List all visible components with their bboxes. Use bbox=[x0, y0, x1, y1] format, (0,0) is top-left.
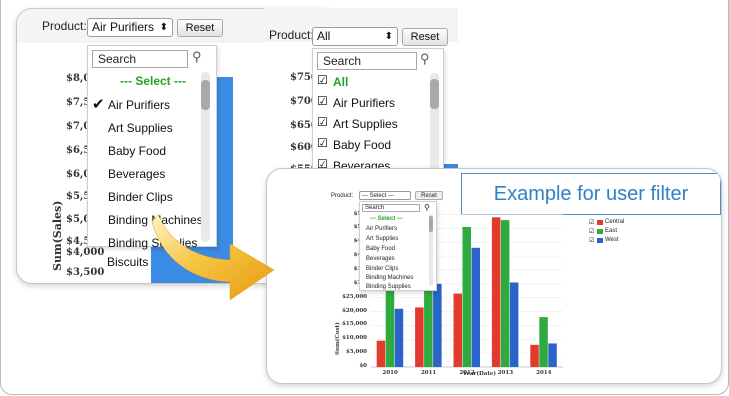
list-item[interactable]: Air Purifiers bbox=[108, 98, 170, 112]
bar-west-2012 bbox=[471, 247, 480, 367]
list-item[interactable]: Binding Supplies bbox=[366, 284, 411, 290]
legend-swatch bbox=[597, 229, 603, 234]
list-item[interactable]: Art Supplies bbox=[108, 121, 173, 135]
product-label: Product: bbox=[269, 28, 314, 42]
x-axis-label: Year(Date) bbox=[463, 371, 496, 377]
x-tick: 2011 bbox=[421, 370, 436, 376]
bar-central-2011 bbox=[415, 307, 424, 367]
dropdown-scrollbar[interactable] bbox=[430, 73, 439, 174]
scrollbar-thumb[interactable] bbox=[429, 216, 433, 232]
checkbox-checked-icon[interactable]: ☑ bbox=[317, 94, 328, 108]
y-tick: $4,000 bbox=[66, 247, 105, 258]
select-arrows-icon: ⬍ bbox=[384, 31, 393, 42]
reset-button[interactable]: Reset bbox=[402, 28, 448, 46]
y-tick: $10,000 bbox=[342, 335, 367, 342]
bar-east-2013 bbox=[500, 220, 510, 367]
list-item-select[interactable]: --- Select --- bbox=[120, 74, 186, 88]
curved-arrow-icon bbox=[151, 213, 275, 301]
product-select-value: All bbox=[317, 29, 331, 43]
list-item[interactable]: Art Supplies bbox=[366, 236, 398, 242]
x-tick: 2013 bbox=[498, 370, 513, 376]
y-tick: $25,000 bbox=[342, 293, 367, 300]
bar-central-2010 bbox=[376, 340, 386, 367]
legend-item: East bbox=[605, 228, 618, 234]
y-tick: $20,000 bbox=[342, 307, 367, 314]
y-axis-label: Sum(Cost) bbox=[335, 322, 341, 355]
bar-central-2013 bbox=[491, 217, 501, 367]
y-tick: $3,500 bbox=[66, 267, 105, 278]
reset-button[interactable]: Reset bbox=[177, 19, 223, 37]
bar-east-2014 bbox=[539, 317, 548, 367]
product-dropdown: Search ⚲ ☑ All ☑ Air Purifiers ☑ Art Sup… bbox=[312, 48, 444, 174]
list-item[interactable]: Air Purifiers bbox=[333, 96, 395, 110]
legend-checkbox-icon[interactable]: ☑ bbox=[589, 219, 594, 226]
x-tick: 2010 bbox=[383, 370, 398, 376]
list-item[interactable]: Baby Food bbox=[333, 138, 391, 152]
product-select-value: Air Purifiers bbox=[92, 20, 155, 34]
search-input[interactable]: Search bbox=[317, 52, 417, 70]
checkbox-checked-icon[interactable]: ☑ bbox=[317, 73, 328, 87]
list-item[interactable]: Binding Machines bbox=[366, 275, 413, 281]
y-tick: $0 bbox=[359, 363, 367, 369]
checkmark-icon: ✔ bbox=[92, 96, 105, 113]
product-select[interactable]: All ⬍ bbox=[312, 27, 398, 46]
legend-swatch bbox=[597, 220, 603, 225]
list-item[interactable]: Beverages bbox=[366, 256, 395, 262]
list-item-select[interactable]: --- Select --- bbox=[370, 216, 403, 222]
bar-west-2014 bbox=[548, 343, 557, 367]
bar-west-2010 bbox=[394, 308, 404, 367]
search-icon[interactable]: ⚲ bbox=[420, 51, 430, 67]
legend-checkbox-icon[interactable]: ☑ bbox=[589, 228, 594, 235]
list-item[interactable]: Air Purifiers bbox=[366, 226, 397, 232]
scrollbar-thumb[interactable] bbox=[201, 80, 210, 110]
y-axis-label: Sum(Sales) bbox=[51, 200, 64, 271]
legend-checkbox-icon[interactable]: ☑ bbox=[589, 237, 594, 244]
product-dropdown: Search ⚲ --- Select --- Air Purifiers Ar… bbox=[359, 201, 437, 291]
scrollbar-thumb[interactable] bbox=[430, 79, 439, 109]
bar-east-2012 bbox=[462, 227, 471, 367]
legend-item: West bbox=[605, 237, 619, 243]
search-input[interactable]: Search bbox=[362, 204, 420, 212]
list-item[interactable]: Art Supplies bbox=[333, 117, 398, 131]
y-tick: $15,000 bbox=[342, 321, 367, 328]
list-item[interactable]: Binder Clips bbox=[366, 266, 398, 272]
select-arrows-icon: ⬍ bbox=[159, 22, 168, 33]
chart-panel: Example for user filter Product: --- Sel… bbox=[266, 168, 722, 384]
checkbox-checked-icon[interactable]: ☑ bbox=[317, 115, 328, 129]
list-item[interactable]: Baby Food bbox=[108, 144, 166, 158]
list-item-all[interactable]: All bbox=[333, 75, 348, 89]
y-tick: $5,000 bbox=[345, 349, 367, 356]
list-item[interactable]: Baby Food bbox=[366, 246, 395, 252]
bar-west-2011 bbox=[433, 283, 442, 367]
x-tick: 2014 bbox=[536, 370, 551, 376]
legend-swatch bbox=[597, 238, 603, 243]
product-select[interactable]: Air Purifiers ⬍ bbox=[87, 18, 173, 37]
checkbox-checked-icon[interactable]: ☑ bbox=[317, 136, 328, 150]
product-label: Product: bbox=[42, 19, 87, 33]
bar-central-2014 bbox=[530, 344, 539, 367]
search-input[interactable]: Search bbox=[92, 50, 188, 68]
list-item[interactable]: Binder Clips bbox=[108, 190, 173, 204]
list-item[interactable]: Biscuits bbox=[107, 255, 148, 269]
list-item[interactable]: Beverages bbox=[108, 167, 165, 181]
bar-central-2012 bbox=[453, 293, 462, 367]
bar-west-2013 bbox=[509, 282, 519, 367]
product-filter-panel-multi: Product: All ⬍ Reset $750 $700 $650 $600… bbox=[264, 8, 458, 174]
search-icon[interactable]: ⚲ bbox=[192, 49, 202, 65]
dropdown-scrollbar[interactable] bbox=[429, 214, 433, 286]
legend-item: Central bbox=[605, 219, 625, 225]
search-icon[interactable]: ⚲ bbox=[424, 203, 430, 212]
